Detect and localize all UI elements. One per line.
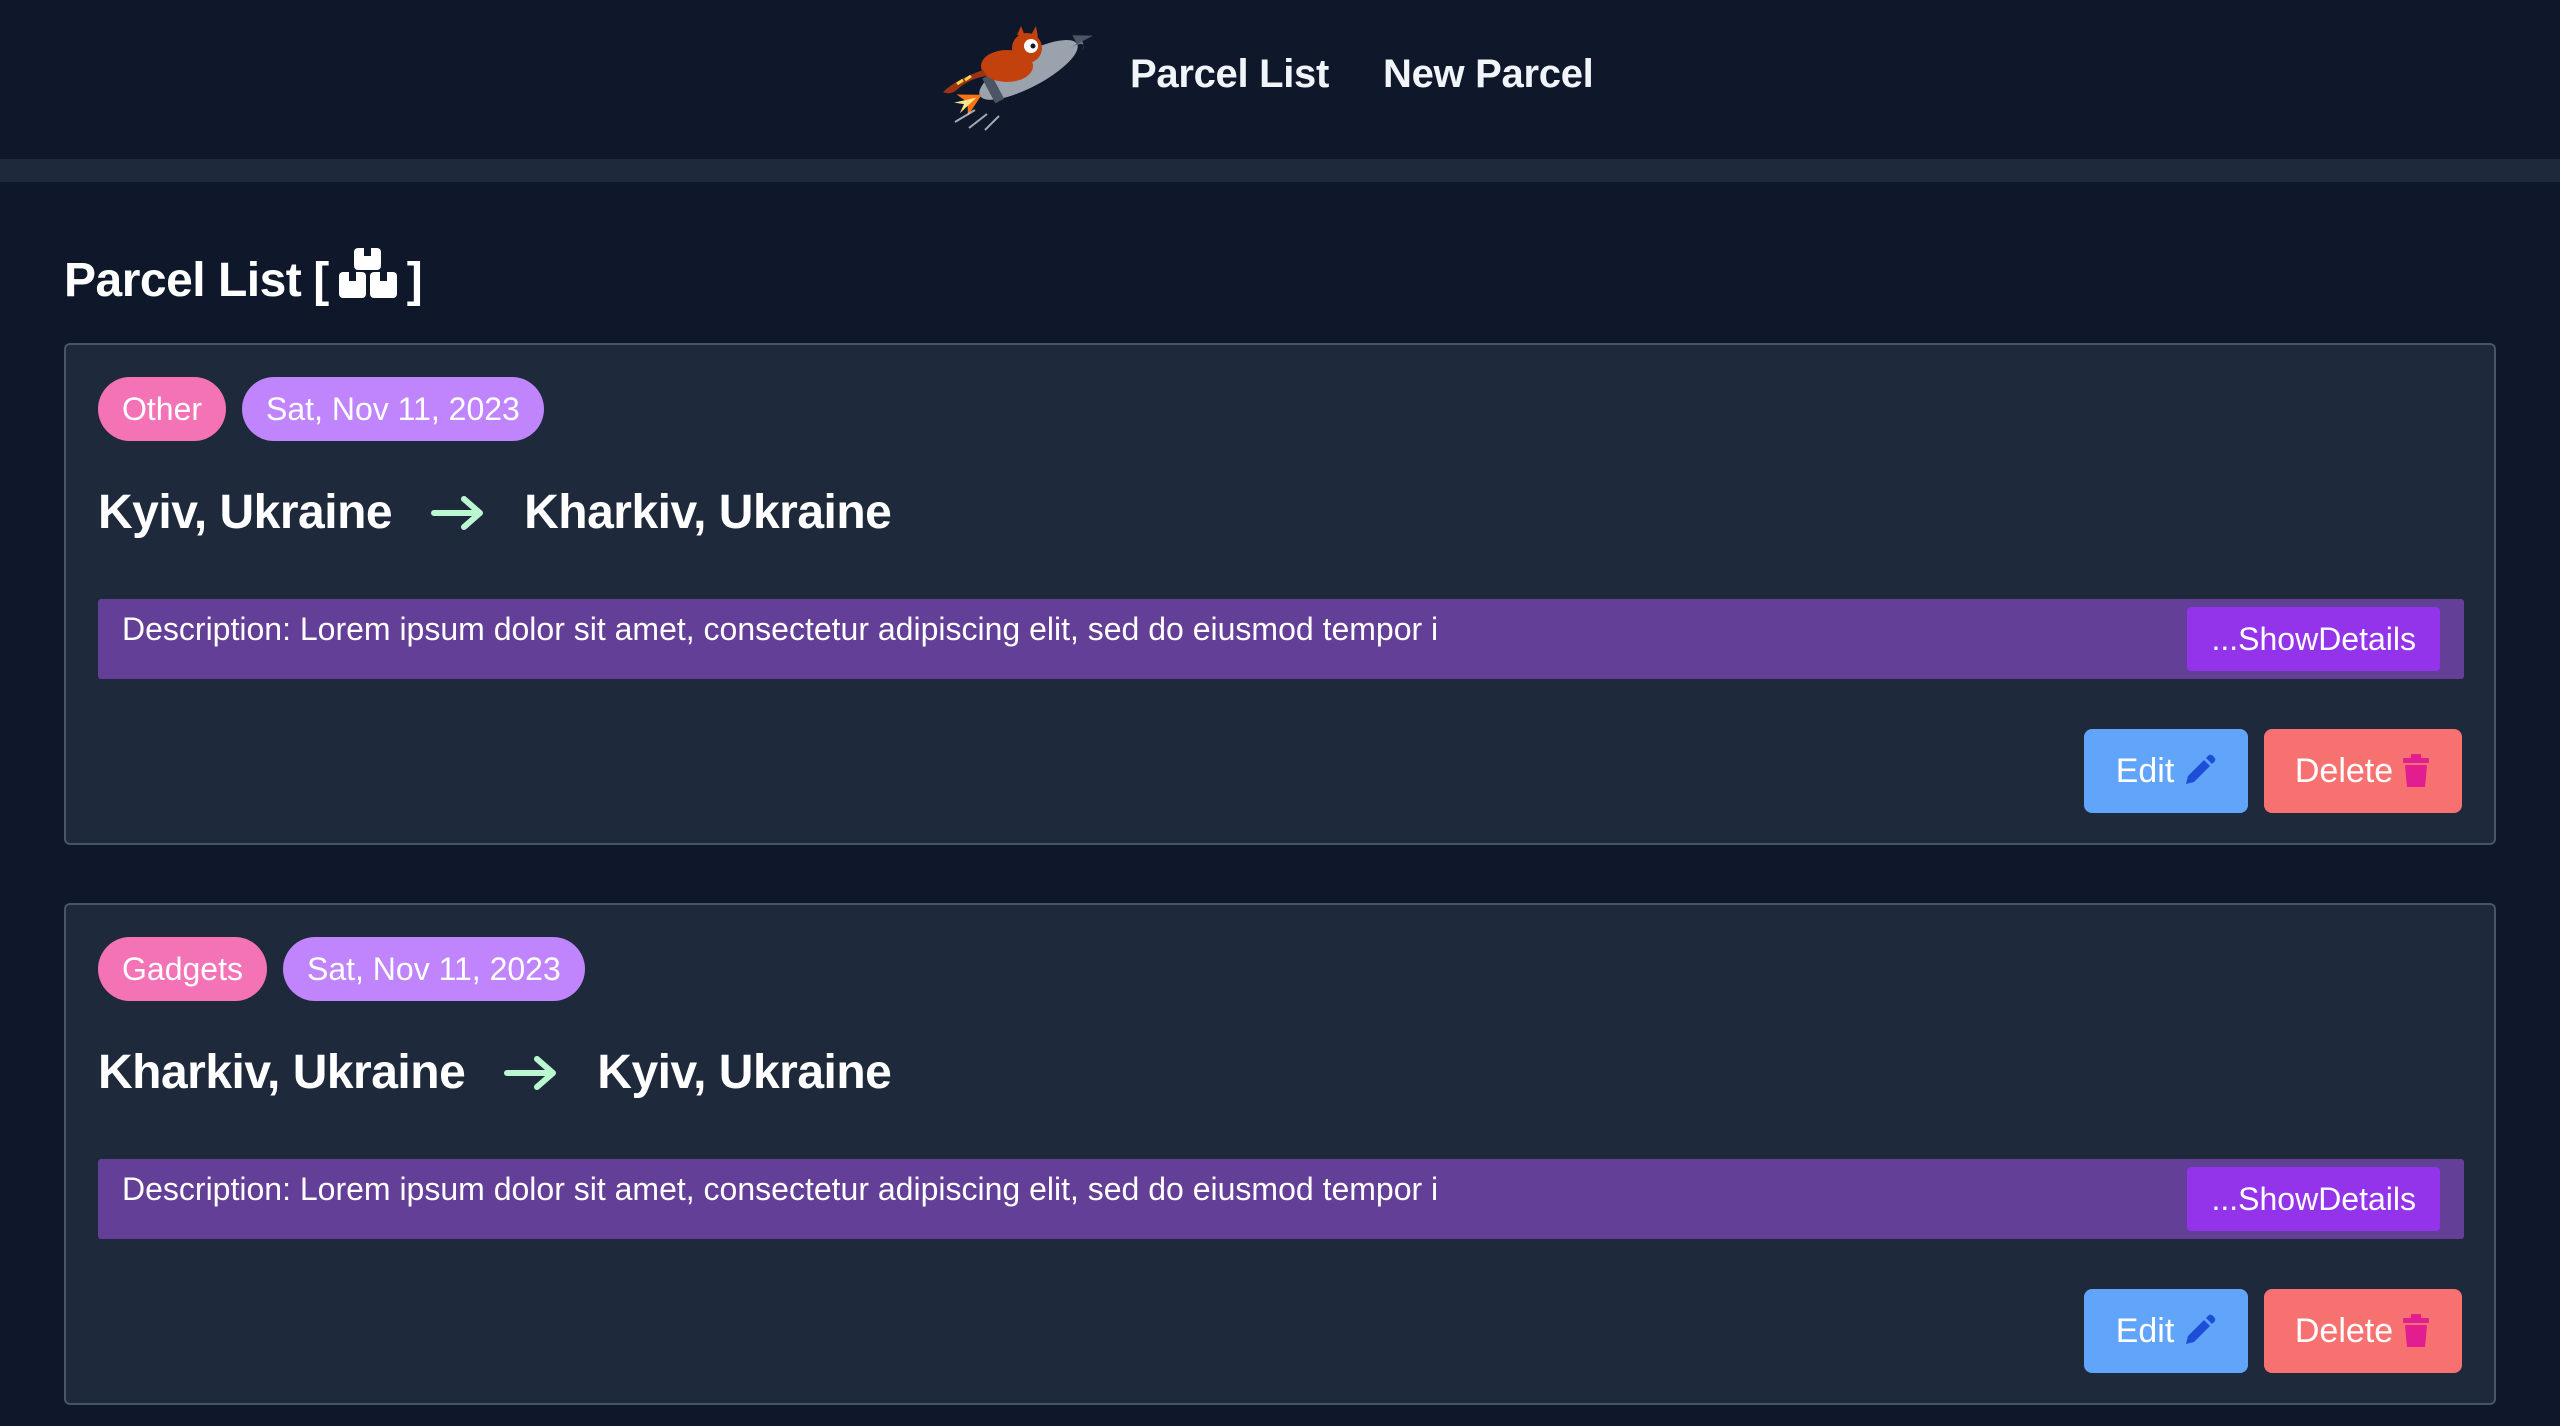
parcel-badges: Other Sat, Nov 11, 2023 (98, 377, 544, 441)
boxes-icon (333, 248, 403, 312)
trash-icon (2401, 754, 2431, 788)
delete-button[interactable]: Delete (2264, 1289, 2462, 1373)
parcel-card: Gadgets Sat, Nov 11, 2023 Kharkiv, Ukrai… (64, 903, 2496, 1405)
date-badge: Sat, Nov 11, 2023 (282, 937, 585, 1001)
date-badge: Sat, Nov 11, 2023 (242, 377, 544, 441)
delete-button[interactable]: Delete (2264, 729, 2462, 813)
parcel-route: Kyiv, Ukraine Kharkiv, Ukraine (98, 485, 892, 540)
show-details-button[interactable]: ...ShowDetails (2187, 1167, 2440, 1231)
show-details-button[interactable]: ...ShowDetails (2187, 607, 2440, 671)
category-badge: Gadgets (98, 937, 267, 1001)
description-text: Description: Lorem ipsum dolor sit amet,… (122, 611, 1439, 647)
edit-label: Edit (2115, 1311, 2175, 1350)
parcel-actions: Edit Delete (2084, 1289, 2462, 1373)
route-to: Kyiv, Ukraine (597, 1046, 892, 1099)
pencil-icon (2182, 1314, 2216, 1348)
arrow-right-icon (430, 493, 486, 533)
delete-label: Delete (2294, 1311, 2394, 1350)
nav-link-new-parcel[interactable]: New Parcel (1383, 52, 1594, 97)
parcel-badges: Gadgets Sat, Nov 11, 2023 (98, 937, 585, 1001)
arrow-right-icon (503, 1053, 559, 1093)
parcel-actions: Edit Delete (2084, 729, 2462, 813)
trash-icon (2401, 1314, 2431, 1348)
parcel-route: Kharkiv, Ukraine Kyiv, Ukraine (98, 1045, 892, 1100)
route-from: Kharkiv, Ukraine (98, 1046, 466, 1099)
top-navbar: Parcel List New Parcel (0, 0, 2560, 159)
nav-link-parcel-list[interactable]: Parcel List (1130, 52, 1329, 97)
red-panda-rocket-logo[interactable] (935, 18, 1100, 133)
delete-label: Delete (2294, 751, 2394, 790)
page-title: Parcel List [ ] (64, 248, 426, 312)
edit-label: Edit (2115, 751, 2175, 790)
route-to: Kharkiv, Ukraine (524, 486, 892, 539)
title-bracket-close: ] (406, 253, 423, 307)
route-from: Kyiv, Ukraine (98, 486, 393, 539)
description-bar: Description: Lorem ipsum dolor sit amet,… (98, 1159, 2464, 1239)
description-text: Description: Lorem ipsum dolor sit amet,… (122, 1171, 1439, 1207)
page-title-text: Parcel List (64, 253, 302, 307)
edit-button[interactable]: Edit (2084, 1289, 2248, 1373)
edit-button[interactable]: Edit (2084, 729, 2248, 813)
category-badge: Other (98, 377, 227, 441)
navbar-divider (0, 159, 2560, 182)
title-bracket-open: [ (313, 253, 329, 307)
description-bar: Description: Lorem ipsum dolor sit amet,… (98, 599, 2464, 679)
parcel-card: Other Sat, Nov 11, 2023 Kyiv, Ukraine Kh… (64, 343, 2496, 845)
pencil-icon (2182, 754, 2216, 788)
